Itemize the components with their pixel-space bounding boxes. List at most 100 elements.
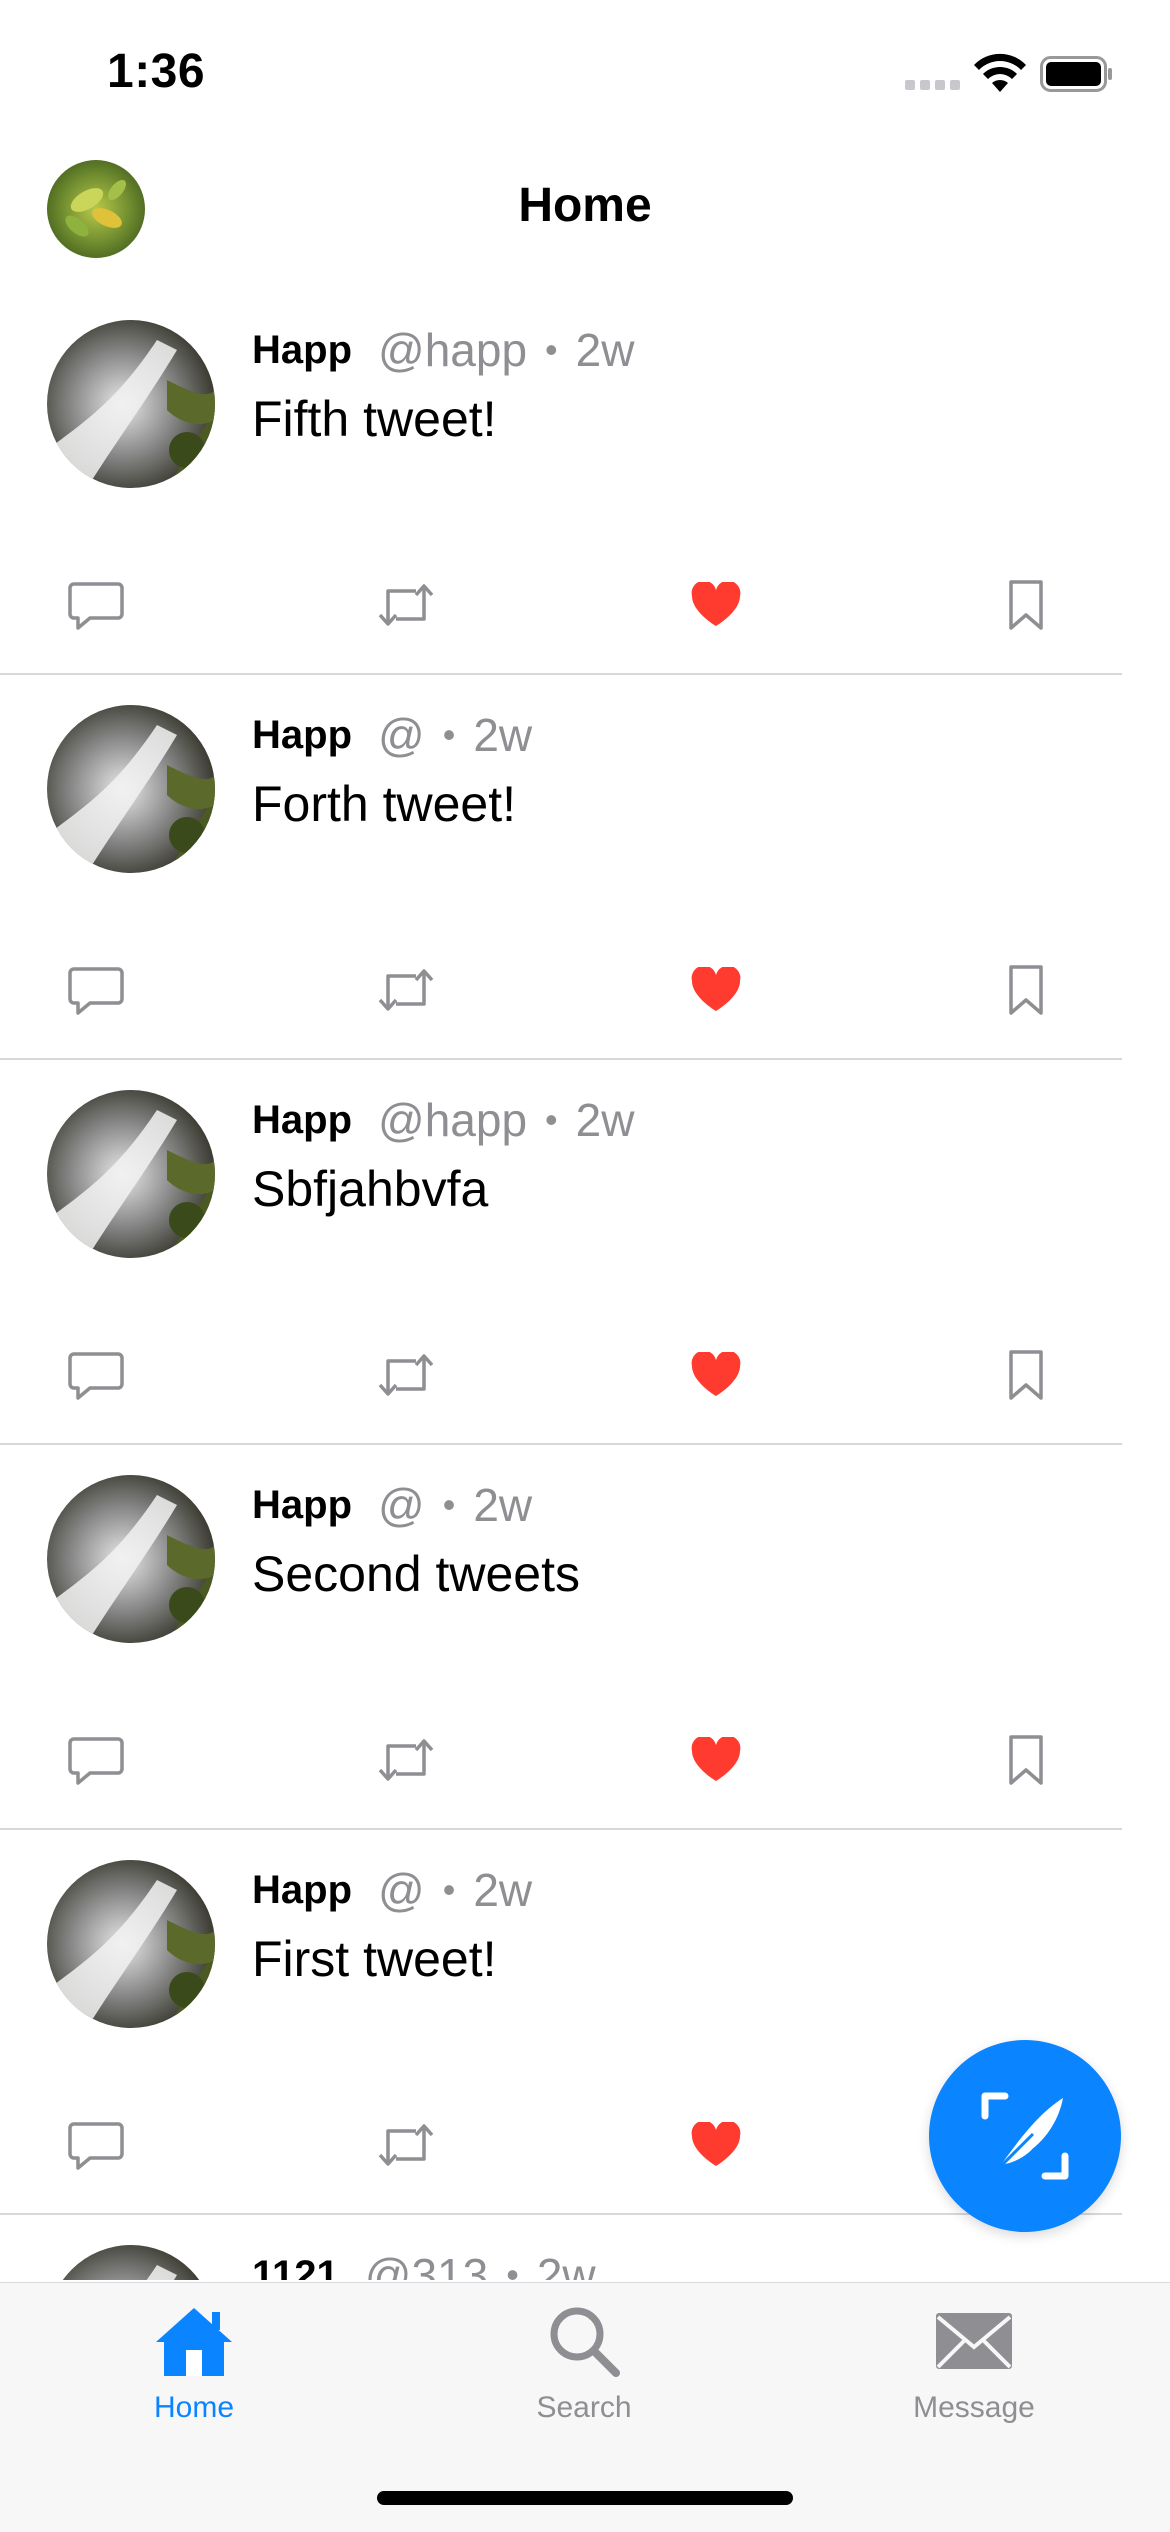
heart-icon xyxy=(691,1352,741,1396)
tweet-timestamp: 2w xyxy=(536,2249,596,2280)
cellular-icon xyxy=(905,80,963,92)
page-title: Home xyxy=(518,179,652,232)
tweet-avatar[interactable] xyxy=(47,1090,215,1258)
tweet-avatar[interactable] xyxy=(47,705,215,873)
tweet-header: Happ @happ • 2w xyxy=(252,1090,634,1150)
tweet-header: Happ @ • 2w xyxy=(252,1860,532,1920)
retweet-button[interactable] xyxy=(376,960,436,1020)
tweet-author-handle: @ xyxy=(378,709,425,761)
reply-icon xyxy=(68,967,124,1015)
wifi-icon xyxy=(974,53,1026,92)
status-bar: 1:36 xyxy=(0,0,1170,150)
reply-icon xyxy=(68,1352,124,1400)
home-icon xyxy=(156,2308,232,2376)
like-button[interactable] xyxy=(686,960,746,1020)
reply-icon xyxy=(68,1737,124,1785)
tweet-author-handle: @ xyxy=(378,1479,425,1531)
tweet-author-name[interactable]: Happ xyxy=(252,713,352,758)
retweet-button[interactable] xyxy=(376,1730,436,1790)
separator-dot: • xyxy=(442,1484,456,1525)
separator-dot: • xyxy=(442,1869,456,1910)
heart-icon xyxy=(691,582,741,626)
tweet-text: Second tweets xyxy=(252,1546,580,1602)
tweet-actions xyxy=(0,1730,1122,1790)
compose-button[interactable] xyxy=(929,2040,1121,2232)
retweet-icon xyxy=(378,969,434,1011)
retweet-button[interactable] xyxy=(376,575,436,635)
tab-label: Message xyxy=(913,2391,1035,2424)
tweet-author-name[interactable]: Happ xyxy=(252,1098,352,1143)
separator-dot: • xyxy=(545,1099,558,1140)
like-button[interactable] xyxy=(686,1345,746,1405)
tweet-timestamp: 2w xyxy=(575,1094,635,1146)
tweet-row[interactable]: Happ @happ • 2w Fifth tweet! xyxy=(0,290,1122,675)
tweet-author-handle: @happ xyxy=(378,324,528,376)
tweet-author-handle: @313 xyxy=(364,2249,489,2280)
nav-header: Home xyxy=(0,150,1170,270)
tweet-actions xyxy=(0,1345,1122,1405)
tweet-avatar[interactable] xyxy=(47,1860,215,2028)
retweet-icon xyxy=(378,1739,434,1781)
tweet-row[interactable]: Happ @happ • 2w Sbfjahbvfa xyxy=(0,1060,1122,1445)
tab-label: Search xyxy=(536,2391,632,2424)
bookmark-button[interactable] xyxy=(996,1345,1056,1405)
heart-icon xyxy=(691,967,741,1011)
bookmark-button[interactable] xyxy=(996,575,1056,635)
tweet-author-name[interactable]: 1121 xyxy=(252,2253,339,2281)
tweet-timestamp: 2w xyxy=(473,1864,533,1916)
tab-label: Home xyxy=(153,2391,235,2424)
envelope-icon xyxy=(936,2313,1012,2369)
retweet-button[interactable] xyxy=(376,1345,436,1405)
tweet-header: Happ @ • 2w xyxy=(252,1475,532,1535)
tweet-author-name[interactable]: Happ xyxy=(252,1868,352,1913)
tweet-avatar[interactable] xyxy=(47,320,215,488)
tweet-row[interactable]: Happ @ • 2w Forth tweet! xyxy=(0,675,1122,1060)
tweet-author-name[interactable]: Happ xyxy=(252,328,352,373)
reply-icon xyxy=(68,582,124,630)
tweet-row[interactable]: 1121 @313 • 2w xyxy=(0,2215,1122,2280)
reply-button[interactable] xyxy=(66,1345,126,1405)
battery-icon xyxy=(1040,56,1112,92)
tab-search[interactable]: Search xyxy=(474,2301,694,2441)
bookmark-button[interactable] xyxy=(996,960,1056,1020)
like-button[interactable] xyxy=(686,1730,746,1790)
reply-button[interactable] xyxy=(66,960,126,1020)
heart-icon xyxy=(691,1737,741,1781)
tweet-author-name[interactable]: Happ xyxy=(252,1483,352,1528)
tweet-text: Forth tweet! xyxy=(252,776,516,832)
tweet-avatar[interactable] xyxy=(47,2245,215,2280)
separator-dot: • xyxy=(442,714,456,755)
retweet-icon xyxy=(378,584,434,626)
tweet-actions xyxy=(0,960,1122,1020)
search-icon xyxy=(550,2307,620,2377)
retweet-button[interactable] xyxy=(376,2115,436,2175)
tab-home[interactable]: Home xyxy=(84,2301,304,2441)
tweet-timestamp: 2w xyxy=(473,1479,533,1531)
status-time: 1:36 xyxy=(107,45,206,98)
reply-button[interactable] xyxy=(66,575,126,635)
tweet-author-handle: @happ xyxy=(378,1094,528,1146)
tweet-row[interactable]: Happ @ • 2w Second tweets xyxy=(0,1445,1122,1830)
tab-message[interactable]: Message xyxy=(864,2301,1084,2441)
retweet-icon xyxy=(378,2124,434,2166)
tweet-text: First tweet! xyxy=(252,1931,497,1987)
compose-feather-icon xyxy=(981,2092,1069,2180)
bookmark-icon xyxy=(1009,1350,1043,1400)
reply-button[interactable] xyxy=(66,2115,126,2175)
reply-button[interactable] xyxy=(66,1730,126,1790)
heart-icon xyxy=(691,2122,741,2166)
like-button[interactable] xyxy=(686,575,746,635)
reply-icon xyxy=(68,2122,124,2170)
tweet-text: Fifth tweet! xyxy=(252,391,497,447)
tweet-feed[interactable]: Happ @happ • 2w Fifth tweet! Happ @ • 2w… xyxy=(0,290,1122,2280)
like-button[interactable] xyxy=(686,2115,746,2175)
tweet-avatar[interactable] xyxy=(47,1475,215,1643)
retweet-icon xyxy=(378,1354,434,1396)
tweet-timestamp: 2w xyxy=(575,324,635,376)
tweet-header: Happ @happ • 2w xyxy=(252,320,634,380)
bookmark-icon xyxy=(1009,965,1043,1015)
separator-dot: • xyxy=(545,329,558,370)
tweet-timestamp: 2w xyxy=(473,709,533,761)
bookmark-button[interactable] xyxy=(996,1730,1056,1790)
tweet-actions xyxy=(0,575,1122,635)
